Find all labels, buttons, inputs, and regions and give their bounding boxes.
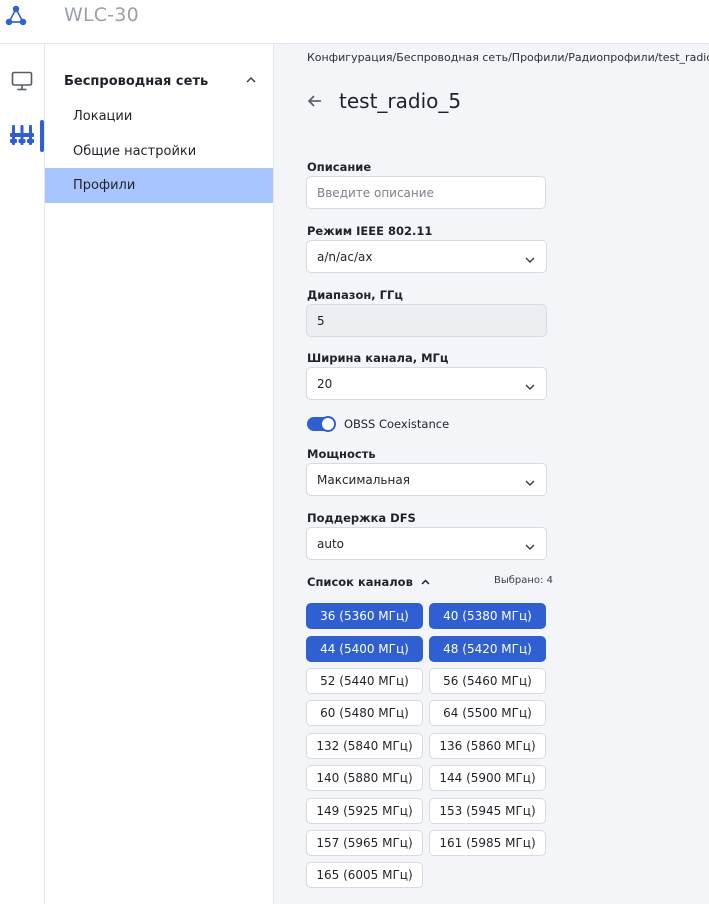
power-value: Максимальная bbox=[317, 472, 410, 487]
channel-label: 157 (5965 МГц) bbox=[316, 836, 413, 850]
network-config-icon bbox=[10, 124, 34, 150]
channel-label: 64 (5500 МГц) bbox=[443, 706, 532, 720]
band-field: 5 bbox=[306, 304, 547, 337]
chevron-up-icon bbox=[245, 74, 257, 90]
chevron-down-icon bbox=[525, 380, 535, 394]
channel-button[interactable]: 149 (5925 МГц) bbox=[306, 798, 423, 824]
description-field bbox=[306, 176, 546, 209]
band-value: 5 bbox=[317, 313, 325, 328]
sidebar-group-wireless[interactable]: Беспроводная сеть bbox=[45, 66, 273, 96]
channel-width-value: 20 bbox=[317, 376, 333, 391]
rail-configuration[interactable] bbox=[0, 120, 44, 154]
power-label: Мощность bbox=[307, 447, 376, 461]
channel-button[interactable]: 48 (5420 МГц) bbox=[429, 636, 546, 662]
channel-button[interactable]: 161 (5985 МГц) bbox=[429, 830, 546, 856]
sidebar-item-profiles[interactable]: Профили bbox=[45, 168, 273, 203]
rail-monitoring[interactable] bbox=[0, 66, 44, 100]
obss-toggle[interactable] bbox=[307, 416, 336, 432]
page-title: test_radio_5 bbox=[339, 89, 462, 113]
description-input[interactable] bbox=[317, 185, 537, 200]
channel-button[interactable]: 136 (5860 МГц) bbox=[429, 733, 546, 759]
channel-label: 36 (5360 МГц) bbox=[320, 609, 409, 623]
rail-active-indicator bbox=[40, 120, 44, 152]
sidebar-item-label: Локации bbox=[73, 109, 133, 124]
channel-button[interactable]: 165 (6005 МГц) bbox=[306, 862, 423, 888]
sidebar-item-general-settings[interactable]: Общие настройки bbox=[45, 134, 273, 169]
chevron-down-icon bbox=[525, 476, 535, 490]
chevron-down-icon bbox=[525, 253, 535, 267]
obss-toggle-row: OBSS Coexistance bbox=[307, 416, 449, 432]
icon-rail bbox=[0, 44, 45, 904]
channel-label: 165 (6005 МГц) bbox=[316, 868, 413, 882]
channel-button[interactable]: 140 (5880 МГц) bbox=[306, 765, 423, 791]
app-logo-icon[interactable] bbox=[3, 3, 29, 29]
ieee-mode-label: Режим IEEE 802.11 bbox=[307, 224, 433, 238]
channel-label: 56 (5460 МГц) bbox=[443, 674, 532, 688]
channel-button[interactable]: 56 (5460 МГц) bbox=[429, 668, 546, 694]
dfs-label: Поддержка DFS bbox=[307, 511, 416, 525]
channel-button[interactable]: 36 (5360 МГц) bbox=[306, 603, 423, 629]
channel-button[interactable]: 144 (5900 МГц) bbox=[429, 765, 546, 791]
channel-list-toggle[interactable]: Список каналов bbox=[307, 575, 430, 589]
top-header: WLC-30 bbox=[0, 0, 709, 44]
sidebar-item-label: Профили bbox=[73, 178, 136, 193]
channel-label: 153 (5945 МГц) bbox=[439, 804, 536, 818]
dfs-select[interactable]: auto bbox=[306, 527, 547, 560]
description-label: Описание bbox=[307, 160, 372, 174]
channel-label: 60 (5480 МГц) bbox=[320, 706, 409, 720]
channel-label: 48 (5420 МГц) bbox=[443, 642, 532, 656]
channel-button[interactable]: 60 (5480 МГц) bbox=[306, 700, 423, 726]
channel-label: 149 (5925 МГц) bbox=[316, 804, 413, 818]
sidebar: Беспроводная сеть Локации Общие настройк… bbox=[45, 44, 274, 904]
sidebar-item-label: Общие настройки bbox=[73, 144, 197, 159]
power-select[interactable]: Максимальная bbox=[306, 463, 547, 496]
channel-button[interactable]: 52 (5440 МГц) bbox=[306, 668, 423, 694]
channel-label: 132 (5840 МГц) bbox=[316, 739, 413, 753]
sidebar-item-locations[interactable]: Локации bbox=[45, 99, 273, 134]
channel-label: 140 (5880 МГц) bbox=[316, 771, 413, 785]
breadcrumb[interactable]: Конфигурация/Беспроводная сеть/Профили/Р… bbox=[307, 51, 709, 64]
dfs-value: auto bbox=[317, 536, 345, 551]
chevron-down-icon bbox=[525, 540, 535, 554]
channel-button[interactable]: 40 (5380 МГц) bbox=[429, 603, 546, 629]
main-content: Конфигурация/Беспроводная сеть/Профили/Р… bbox=[274, 44, 709, 904]
app-title: WLC-30 bbox=[64, 4, 139, 26]
channel-label: 161 (5985 МГц) bbox=[439, 836, 536, 850]
chevron-up-icon bbox=[421, 575, 430, 589]
sidebar-group-label: Беспроводная сеть bbox=[64, 73, 209, 89]
channel-width-label: Ширина канала, МГц bbox=[307, 351, 449, 365]
channel-list-label: Список каналов bbox=[307, 575, 413, 589]
channel-label: 136 (5860 МГц) bbox=[439, 739, 536, 753]
selected-count: Выбрано: 4 bbox=[494, 575, 553, 586]
channel-width-select[interactable]: 20 bbox=[306, 367, 547, 400]
band-label: Диапазон, ГГц bbox=[307, 288, 403, 302]
channel-label: 144 (5900 МГц) bbox=[439, 771, 536, 785]
channel-button[interactable]: 157 (5965 МГц) bbox=[306, 830, 423, 856]
monitor-icon bbox=[11, 71, 33, 95]
channel-button[interactable]: 64 (5500 МГц) bbox=[429, 700, 546, 726]
obss-label: OBSS Coexistance bbox=[344, 417, 450, 431]
channel-button[interactable]: 44 (5400 МГц) bbox=[306, 636, 423, 662]
channel-label: 44 (5400 МГц) bbox=[320, 642, 409, 656]
toggle-knob bbox=[320, 416, 336, 432]
channel-label: 40 (5380 МГц) bbox=[443, 609, 532, 623]
channel-button[interactable]: 153 (5945 МГц) bbox=[429, 798, 546, 824]
ieee-mode-select[interactable]: a/n/ac/ax bbox=[306, 240, 547, 273]
channel-button[interactable]: 132 (5840 МГц) bbox=[306, 733, 423, 759]
channel-label: 52 (5440 МГц) bbox=[320, 674, 409, 688]
ieee-mode-value: a/n/ac/ax bbox=[317, 249, 373, 264]
back-arrow-icon[interactable] bbox=[306, 92, 324, 110]
